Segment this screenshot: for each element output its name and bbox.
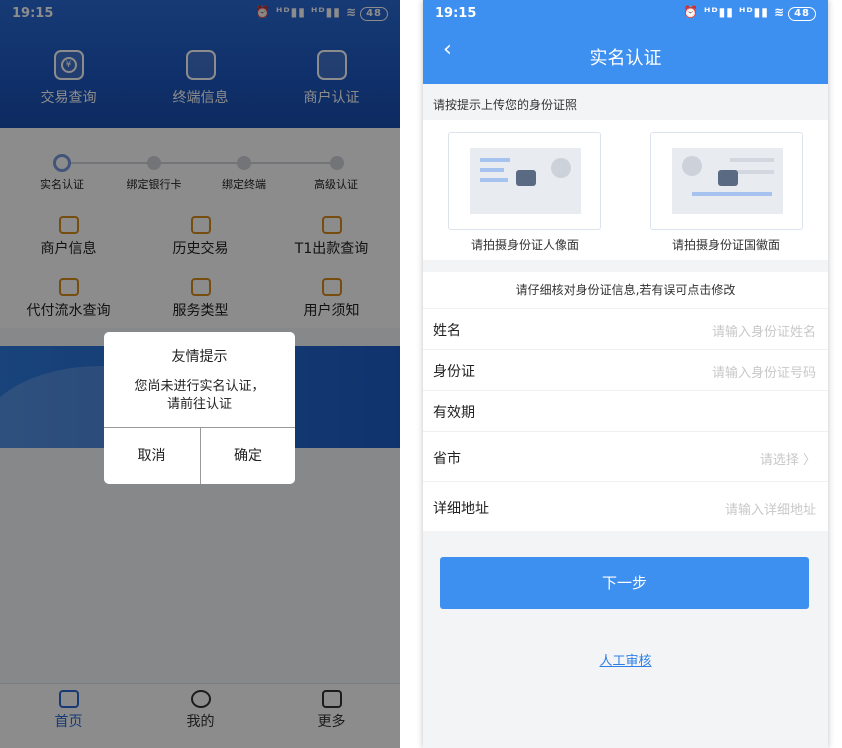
status-bar: 19:15 ⏰ ᴴᴰ▮▮ ᴴᴰ▮▮ ≋ 48 xyxy=(423,0,828,28)
address-label: 详细地址 xyxy=(433,501,489,517)
home-screen: ¥ 交易查询 终端信息 商户认证 实名认证 绑定银行卡 绑定终端 高级认证 商户… xyxy=(0,0,400,748)
confirm-button[interactable]: 确定 xyxy=(200,428,295,484)
camera-icon xyxy=(718,170,738,186)
notice-dialog: 友情提示 您尚未进行实名认证， 请前往认证 取消 确定 xyxy=(104,332,295,484)
validity-label: 有效期 xyxy=(433,405,475,421)
dialog-message-line: 请前往认证 xyxy=(166,397,232,412)
signal-icon: ⏰ ᴴᴰ▮▮ ᴴᴰ▮▮ ≋ xyxy=(682,5,786,19)
city-select[interactable]: 请选择 〉 xyxy=(760,449,816,468)
portrait-icon xyxy=(551,158,571,178)
id-back-upload[interactable] xyxy=(650,132,803,230)
front-caption: 请拍摄身份证人像面 xyxy=(470,238,579,252)
verify-hint: 请仔细核对身份证信息,若有误可点击修改 xyxy=(423,272,828,308)
name-label: 姓名 xyxy=(433,323,461,339)
address-input[interactable]: 请输入详细地址 xyxy=(725,499,816,518)
id-back-placeholder xyxy=(672,148,783,214)
name-row[interactable]: 姓名 请输入身份证姓名 xyxy=(423,308,828,349)
id-row[interactable]: 身份证 请输入身份证号码 xyxy=(423,349,828,390)
card-line xyxy=(730,158,774,162)
id-label: 身份证 xyxy=(433,364,475,380)
manual-review-link[interactable]: 人工审核 xyxy=(423,650,828,669)
address-row[interactable]: 详细地址 请输入详细地址 xyxy=(423,481,828,531)
id-front-placeholder xyxy=(470,148,581,214)
city-label: 省市 xyxy=(433,451,461,467)
page-title: 实名认证 xyxy=(589,48,662,69)
dialog-message: 您尚未进行实名认证， 请前往认证 xyxy=(114,378,285,414)
card-line xyxy=(692,192,772,196)
real-name-screen: ‹ 实名认证 19:15 ⏰ ᴴᴰ▮▮ ᴴᴰ▮▮ ≋ 48 请按提示上传您的身份证… xyxy=(423,0,828,748)
status-time: 19:15 xyxy=(435,6,477,21)
dialog-message-line: 您尚未进行实名认证， xyxy=(134,379,265,394)
id-info-form: 姓名 请输入身份证姓名 身份证 请输入身份证号码 有效期 省市 请选择 〉 详细… xyxy=(423,308,828,531)
dialog-buttons: 取消 确定 xyxy=(104,427,295,484)
card-line xyxy=(480,168,504,172)
camera-icon xyxy=(516,170,536,186)
id-number-input[interactable]: 请输入身份证号码 xyxy=(712,362,816,381)
status-icons: ⏰ ᴴᴰ▮▮ ᴴᴰ▮▮ ≋ 48 xyxy=(683,5,816,21)
id-front-upload[interactable] xyxy=(448,132,601,230)
back-caption: 请拍摄身份证国徽面 xyxy=(671,238,780,252)
battery-icon: 48 xyxy=(788,7,816,21)
card-line xyxy=(480,178,508,182)
city-row[interactable]: 省市 请选择 〉 xyxy=(423,431,828,481)
card-line xyxy=(480,158,510,162)
next-step-button[interactable]: 下一步 xyxy=(440,557,809,609)
validity-row[interactable]: 有效期 xyxy=(423,390,828,431)
cancel-button[interactable]: 取消 xyxy=(104,428,199,484)
emblem-icon xyxy=(682,156,702,176)
upload-hint: 请按提示上传您的身份证照 xyxy=(433,98,578,112)
name-input[interactable]: 请输入身份证姓名 xyxy=(712,321,816,340)
dialog-title: 友情提示 xyxy=(171,349,228,365)
id-card-upload: 请拍摄身份证人像面 请拍摄身份证国徽面 xyxy=(423,120,828,260)
